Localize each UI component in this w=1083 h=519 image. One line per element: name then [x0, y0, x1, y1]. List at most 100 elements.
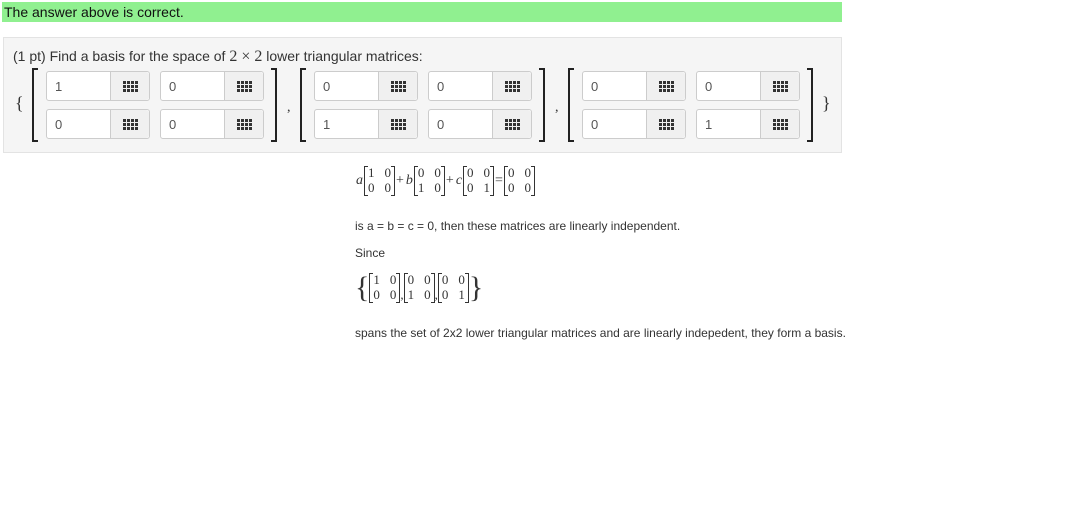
grid-icon — [122, 80, 138, 92]
coef-a: a — [356, 173, 363, 188]
matrix-2-a22-field[interactable] — [428, 109, 532, 139]
matrix-1-a11-grid-button[interactable] — [110, 72, 149, 100]
matrix-3-a11-input[interactable] — [583, 72, 647, 100]
matrix-3-a22-input[interactable] — [697, 110, 761, 138]
matrix-entry: 0 — [424, 272, 431, 287]
matrix-entry: 0 — [507, 180, 515, 195]
matrix-2-left-bracket — [300, 68, 306, 142]
matrix-separator-2: , — [555, 100, 559, 115]
matrix-1-a12-field[interactable] — [160, 71, 264, 101]
matrix-entry: 0 — [368, 180, 375, 195]
matrix-2-a11-input[interactable] — [315, 72, 379, 100]
grid-icon — [658, 118, 674, 130]
matrix-1-a11-field[interactable] — [46, 71, 150, 101]
matrix-3-a21-field[interactable] — [582, 109, 686, 139]
matrix-entry: 0 — [434, 180, 441, 195]
grid-icon — [658, 80, 674, 92]
matrix-3-left-bracket — [568, 68, 574, 142]
matrix-2-a21-grid-button[interactable] — [378, 110, 417, 138]
problem-panel: (1 pt) Find a basis for the space of 2 ×… — [3, 37, 842, 153]
set-open-brace: { — [15, 93, 24, 113]
set-matrix-1: 10 00 — [369, 273, 401, 303]
matrix-separator-1: , — [287, 100, 291, 115]
set-close-brace: } — [822, 93, 831, 113]
matrix-entry: 1 — [368, 165, 375, 180]
matrix-2-a22-grid-button[interactable] — [492, 110, 531, 138]
matrix-2-a22-input[interactable] — [429, 110, 493, 138]
matrix-3-a12-grid-button[interactable] — [760, 72, 799, 100]
matrix-1-a21-grid-button[interactable] — [110, 110, 149, 138]
matrix-entry: 1 — [483, 180, 491, 195]
matrix-2-a21-field[interactable] — [314, 109, 418, 139]
matrix-entry: 1 — [458, 287, 465, 302]
matrix-1-a21-input[interactable] — [47, 110, 111, 138]
matrix-1-left-bracket — [32, 68, 38, 142]
matrix-entry: 0 — [524, 165, 531, 180]
solution-basis-set: { 10 00 , 00 10 , 00 01 } — [355, 273, 483, 303]
plus-sign: + — [445, 173, 454, 188]
equation-zero-matrix: 00 00 — [503, 165, 535, 196]
correct-answer-banner: The answer above is correct. — [2, 2, 842, 22]
matrix-3-a12-field[interactable] — [696, 71, 800, 101]
solution-line-2: Since — [355, 246, 386, 260]
matrix-2-a11-field[interactable] — [314, 71, 418, 101]
matrix-2-a12-field[interactable] — [428, 71, 532, 101]
matrix-3-a22-field[interactable] — [696, 109, 800, 139]
coef-b: b — [405, 173, 413, 188]
set-close-brace: } — [468, 271, 484, 304]
grid-icon — [772, 80, 788, 92]
set-matrix-2: 00 10 — [403, 272, 435, 303]
matrix-1-right-bracket — [271, 68, 277, 142]
matrix-entry: 0 — [458, 272, 465, 287]
grid-icon — [122, 118, 138, 130]
matrix-1-a11-input[interactable] — [47, 72, 111, 100]
solution-line-3: spans the set of 2x2 lower triangular ma… — [355, 326, 846, 340]
equals-sign: = — [495, 173, 503, 188]
matrix-2-a12-input[interactable] — [429, 72, 493, 100]
equation-matrix-3: 00 01 — [463, 165, 495, 196]
grid-icon — [236, 118, 252, 130]
prompt-math: 2 × 2 — [229, 48, 263, 65]
matrix-2-a21-input[interactable] — [315, 110, 379, 138]
plus-sign: + — [396, 173, 404, 188]
matrix-entry: 0 — [467, 165, 474, 180]
matrix-entry: 0 — [407, 272, 415, 287]
matrix-entry: 0 — [373, 287, 380, 302]
matrix-entry: 0 — [434, 165, 441, 180]
matrix-entry: 0 — [524, 180, 531, 195]
grid-icon — [772, 118, 788, 130]
coef-c: c — [455, 173, 463, 188]
matrix-entry: 0 — [417, 165, 425, 180]
matrix-1-a12-input[interactable] — [161, 72, 225, 100]
matrix-3-right-bracket — [807, 68, 813, 142]
matrix-entry: 0 — [384, 165, 392, 180]
matrix-entry: 0 — [507, 165, 515, 180]
matrix-3-a11-grid-button[interactable] — [646, 72, 685, 100]
matrix-3-a12-input[interactable] — [697, 72, 761, 100]
matrix-1-a21-field[interactable] — [46, 109, 150, 139]
matrix-3-a21-grid-button[interactable] — [646, 110, 685, 138]
matrix-1-a22-grid-button[interactable] — [224, 110, 263, 138]
matrix-2-right-bracket — [539, 68, 545, 142]
equation-matrix-2: 00 10 — [413, 165, 445, 196]
matrix-2-a11-grid-button[interactable] — [378, 72, 417, 100]
problem-prompt: (1 pt) Find a basis for the space of 2 ×… — [13, 48, 423, 66]
solution-equation: a 10 00 + b 00 10 + c 00 01 = 00 00 — [355, 166, 535, 196]
matrix-entry: 0 — [441, 287, 449, 302]
matrix-3-a21-input[interactable] — [583, 110, 647, 138]
matrix-1-a22-field[interactable] — [160, 109, 264, 139]
matrix-1-a22-input[interactable] — [161, 110, 225, 138]
grid-icon — [390, 80, 406, 92]
set-open-brace: { — [355, 271, 370, 304]
set-matrix-3: 00 01 — [437, 272, 469, 303]
matrix-1-a12-grid-button[interactable] — [224, 72, 263, 100]
matrix-entry: 1 — [417, 180, 425, 195]
matrix-entry: 0 — [389, 287, 397, 302]
matrix-entry: 1 — [407, 287, 415, 302]
prompt-prefix: (1 pt) Find a basis for the space of — [13, 48, 230, 64]
matrix-3-a22-grid-button[interactable] — [760, 110, 799, 138]
matrix-entry: 0 — [467, 180, 474, 195]
matrix-2-a12-grid-button[interactable] — [492, 72, 531, 100]
grid-icon — [236, 80, 252, 92]
matrix-3-a11-field[interactable] — [582, 71, 686, 101]
